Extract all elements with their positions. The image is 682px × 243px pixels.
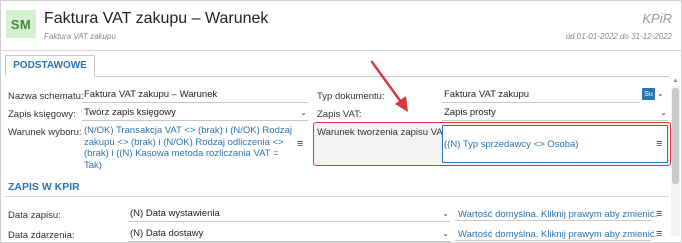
vat-entry-label: Zapis VAT: <box>317 109 362 120</box>
window-subtitle: Faktura VAT zakupu <box>44 32 116 41</box>
event-date-label: Data zdarzenia: <box>8 230 75 241</box>
book-entry-value: Twórz zapis księgowy <box>84 107 176 118</box>
book-entry-label: Zapis księgowy: <box>8 109 76 120</box>
document-type-input[interactable]: Faktura VAT zakupu <box>442 88 640 103</box>
selection-condition-menu-icon[interactable]: ≡ <box>297 138 303 150</box>
selection-condition-label: Warunek wyboru: <box>8 127 82 138</box>
vat-entry-value: Zapis prosty <box>444 107 496 118</box>
module-name: KPiR <box>642 11 672 26</box>
schema-name-label: Nazwa schematu: <box>8 91 84 102</box>
entry-date-menu-icon[interactable]: ≡ <box>656 208 662 220</box>
app-badge: SM <box>6 10 36 38</box>
chevron-down-icon: ⌄ <box>660 108 667 117</box>
entry-date-hint: Wartość domyślna. Kliknij prawym aby zmi… <box>458 209 658 220</box>
annotation-arrow-icon <box>370 60 408 112</box>
entry-date-label: Data zapisu: <box>8 210 61 221</box>
scrollbar-thumb[interactable] <box>672 88 679 184</box>
entry-date-select[interactable]: (N) Data wystawienia ⌄ <box>128 207 450 222</box>
vat-condition-label: Warunek tworzenia zapisu VAT: <box>317 127 450 138</box>
schema-name-input[interactable]: Faktura VAT zakupu – Warunek <box>82 88 308 103</box>
event-date-value: (N) Data dostawy <box>130 228 204 239</box>
document-type-badge[interactable]: Su <box>642 88 655 100</box>
event-date-hint: Wartość domyślna. Kliknij prawym aby zmi… <box>458 229 658 240</box>
entry-date-value: (N) Data wystawienia <box>130 208 220 219</box>
chevron-down-icon[interactable]: ⌄ <box>657 88 664 100</box>
chevron-down-icon: ⌄ <box>442 209 449 218</box>
kpir-section-title: ZAPIS W KPIR <box>8 181 80 193</box>
period-range: od 01-01-2022 do 31-12-2022 <box>565 32 672 41</box>
section-divider <box>5 196 669 197</box>
event-date-menu-icon[interactable]: ≡ <box>656 228 662 240</box>
window-title: Faktura VAT zakupu – Warunek <box>44 10 269 27</box>
vat-entry-select[interactable]: Zapis prosty ⌄ <box>442 106 668 121</box>
vat-condition-menu-icon[interactable]: ≡ <box>656 138 662 150</box>
tab-bar: PODSTAWOWE <box>5 55 669 77</box>
header-divider <box>0 50 682 51</box>
chevron-down-icon: ⌄ <box>442 229 449 238</box>
event-date-select[interactable]: (N) Data dostawy ⌄ <box>128 227 450 242</box>
selection-condition-value[interactable]: (N/OK) Transakcja VAT <> (brak) i (N/OK)… <box>84 125 294 171</box>
book-entry-select[interactable]: Twórz zapis księgowy ⌄ <box>82 106 308 121</box>
vat-condition-value: ((N) Typ sprzedawcy <> Osoba) <box>444 139 579 150</box>
scroll-up-arrow-icon[interactable]: ▲ <box>671 77 680 85</box>
chevron-down-icon: ⌄ <box>300 108 307 117</box>
tab-podstawowe[interactable]: PODSTAWOWE <box>5 55 95 77</box>
